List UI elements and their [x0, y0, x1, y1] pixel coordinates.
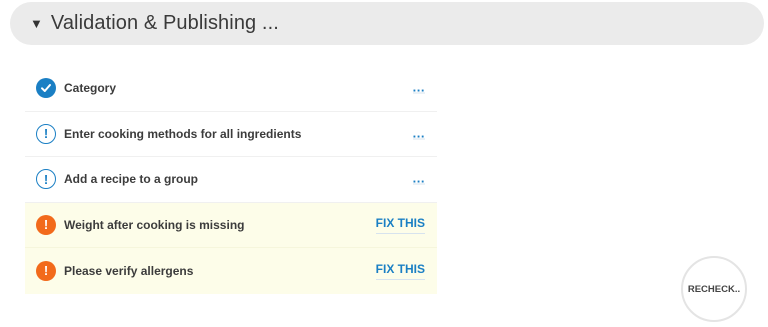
fix-this-button[interactable]: FIX THIS — [375, 216, 425, 234]
validation-row-cooking-methods: ! Enter cooking methods for all ingredie… — [25, 112, 437, 157]
validation-row-recipe-group: ! Add a recipe to a group ... — [25, 157, 437, 203]
check-circle-icon — [36, 78, 56, 99]
alert-circle-icon: ! — [36, 260, 56, 281]
info-circle-icon: ! — [36, 169, 56, 190]
row-label: Add a recipe to a group — [64, 172, 199, 187]
validation-row-allergens: ! Please verify allergens FIX THIS — [25, 248, 437, 294]
validation-list: Category ... ! Enter cooking methods for… — [25, 66, 437, 294]
more-options-button[interactable]: ... — [412, 172, 425, 185]
collapse-caret-icon[interactable]: ▼ — [30, 17, 43, 30]
validation-section-header[interactable]: ▼ Validation & Publishing ... — [10, 2, 764, 45]
more-options-button[interactable]: ... — [412, 126, 425, 140]
alert-circle-icon: ! — [36, 214, 56, 235]
recheck-button[interactable]: RECHECK.. — [681, 256, 747, 322]
validation-row-weight-missing: ! Weight after cooking is missing FIX TH… — [25, 202, 437, 248]
row-label: Weight after cooking is missing — [64, 217, 245, 232]
validation-page: ▼ Validation & Publishing ... Category .… — [0, 0, 768, 327]
more-options-button[interactable]: ... — [412, 81, 425, 94]
row-label: Please verify allergens — [64, 263, 194, 278]
fix-this-button[interactable]: FIX THIS — [375, 262, 425, 280]
row-label: Category — [64, 81, 117, 96]
validation-row-category: Category ... — [25, 66, 437, 112]
section-title: Validation & Publishing ... — [50, 12, 279, 34]
row-label: Enter cooking methods for all ingredient… — [64, 126, 302, 141]
info-circle-icon: ! — [36, 123, 56, 144]
